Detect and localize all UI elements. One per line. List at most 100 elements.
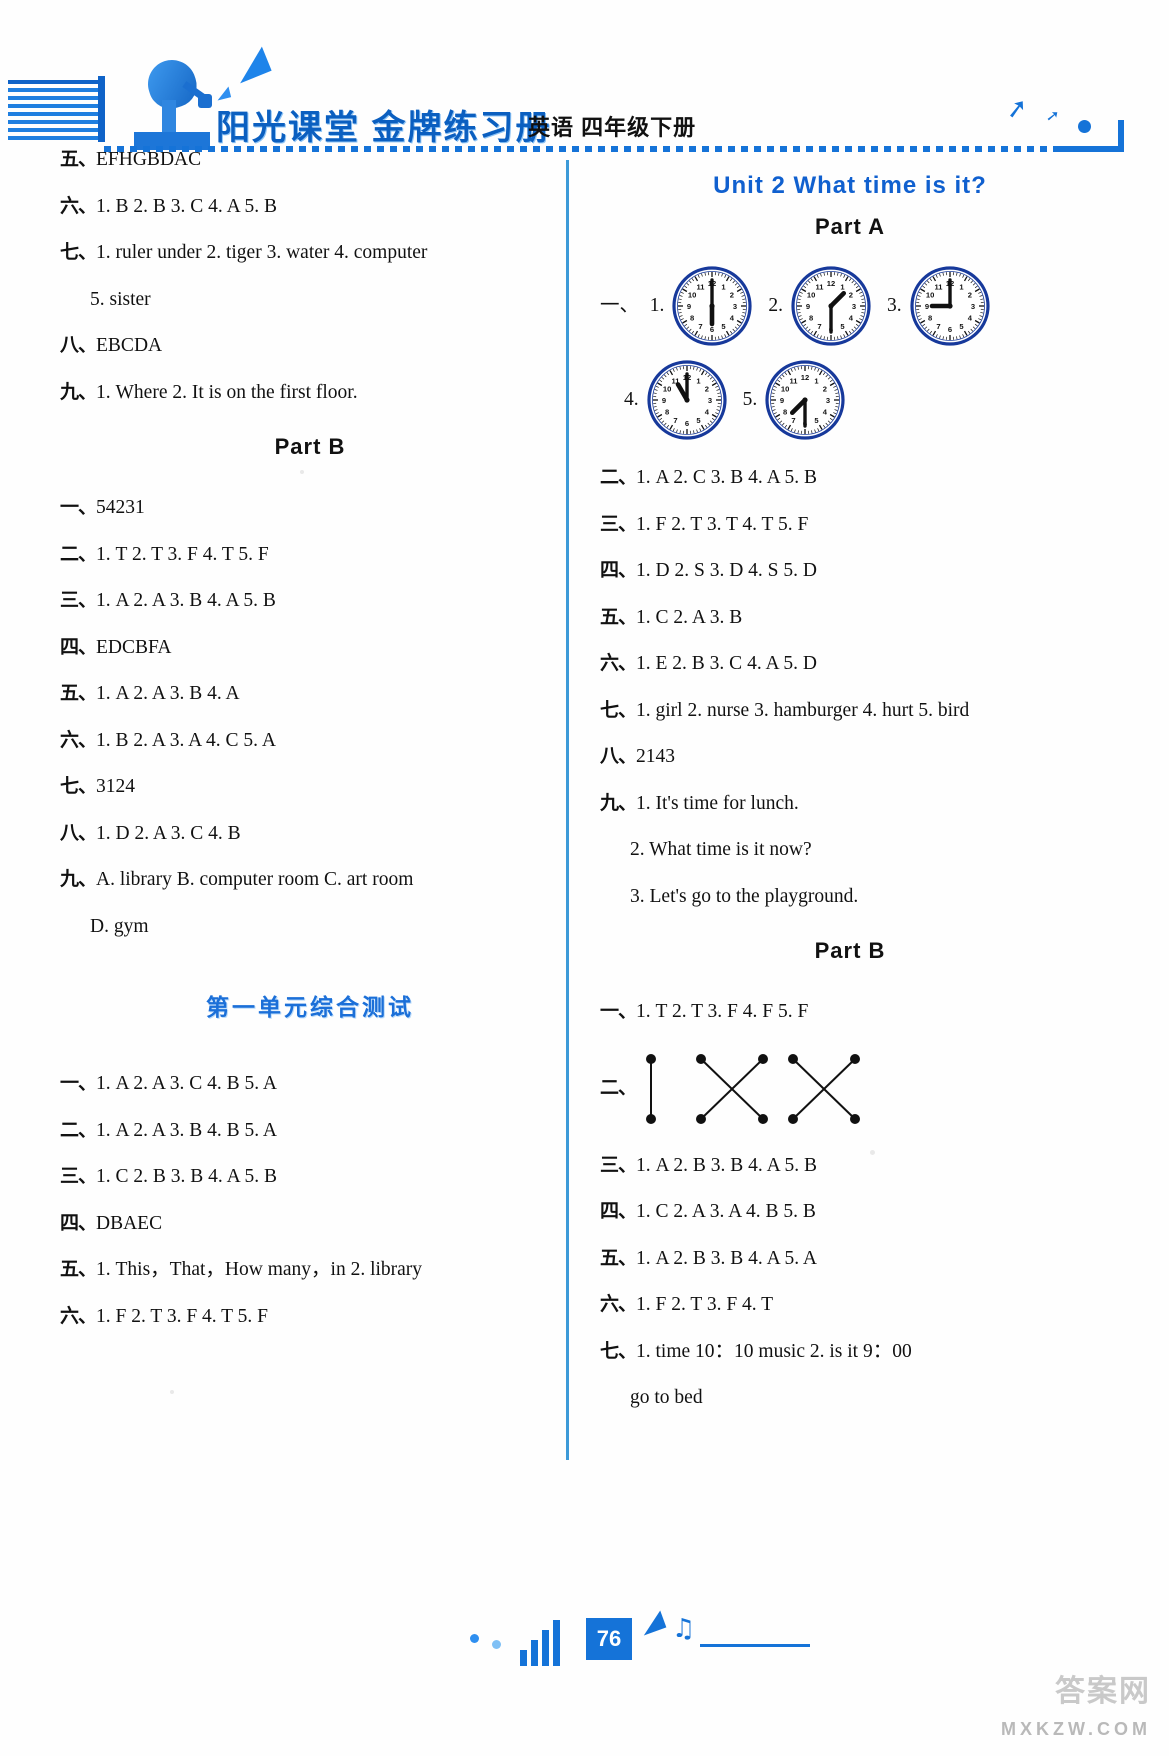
svg-text:2: 2 xyxy=(823,385,827,394)
answer-line: 九、1. It's time for lunch. xyxy=(600,792,1100,814)
svg-text:2: 2 xyxy=(849,291,853,300)
svg-text:8: 8 xyxy=(665,408,669,417)
header-dot xyxy=(1078,120,1091,133)
answer-line-number: 六、 xyxy=(60,195,97,217)
answer-line-text: 1. It's time for lunch. xyxy=(636,792,799,814)
answer-line: 六、1. F 2. T 3. F 4. T 5. F xyxy=(60,1306,560,1327)
answer-line: 二、1. A 2. C 3. B 4. A 5. B xyxy=(600,468,1100,488)
answer-line-text: A. library B. computer room C. art room xyxy=(96,869,414,890)
answer-line-text: 1. A 2. A 3. B 4. A xyxy=(96,683,240,704)
svg-text:8: 8 xyxy=(928,314,932,323)
clock-label: 5. xyxy=(742,389,758,411)
paper-speckle xyxy=(300,470,304,474)
svg-text:3: 3 xyxy=(733,302,737,311)
svg-text:8: 8 xyxy=(783,408,787,417)
answer-line-text: 1. Where 2. It is on the first floor. xyxy=(96,381,358,403)
answer-line-text: go to bed xyxy=(630,1387,703,1408)
answer-line-number: 三、 xyxy=(600,513,637,535)
answer-key-page: 阳光课堂 金牌练习册 英语 四年级下册 ➚ ➚ 五、EFHGBDAC 六、1. B… xyxy=(0,0,1169,1756)
answer-line: 三、1. A 2. B 3. B 4. A 5. B xyxy=(600,1154,1100,1176)
answer-line-text: 1. A 2. C 3. B 4. A 5. B xyxy=(636,467,817,488)
answer-line-number: 六、 xyxy=(60,729,97,751)
svg-text:10: 10 xyxy=(925,291,933,300)
subject-title: 英语 四年级下册 xyxy=(528,115,697,140)
satellite-dish-icon xyxy=(120,53,230,150)
answer-line-number: 二、 xyxy=(600,467,637,488)
svg-text:10: 10 xyxy=(781,385,789,394)
clock-label: 4. xyxy=(624,389,639,411)
svg-text:2: 2 xyxy=(704,385,708,394)
svg-text:10: 10 xyxy=(662,385,670,394)
answer-line-text: EFHGBDAC xyxy=(96,149,202,170)
svg-text:11: 11 xyxy=(816,282,825,291)
svg-text:12: 12 xyxy=(827,279,835,288)
clock-row-2: 4.1234567891011125.123456789101112 xyxy=(624,358,1100,442)
answer-line: 五、1. A 2. B 3. B 4. A 5. A xyxy=(600,1248,1100,1269)
answer-line-text: 3. Let's go to the playground. xyxy=(630,885,859,907)
answer-line-number: 一、 xyxy=(600,1001,637,1022)
unit-test-answers: 一、1. A 2. A 3. C 4. B 5. A 二、1. A 2. A 3.… xyxy=(60,1074,560,1326)
answer-line: 六、1. E 2. B 3. C 4. A 5. D xyxy=(600,654,1100,674)
answer-line-number: 七、 xyxy=(60,776,97,797)
answer-line-text: 54231 xyxy=(96,497,145,518)
right-part-b-heading: Part B xyxy=(814,938,886,963)
answer-line-number: 八、 xyxy=(600,746,637,767)
paper-plane-icon xyxy=(230,46,272,84)
answer-line: 三、1. F 2. T 3. T 4. T 5. F xyxy=(600,513,1100,535)
answer-line-number: 四、 xyxy=(600,1201,637,1222)
svg-text:12: 12 xyxy=(801,373,809,382)
right-part-a-heading: Part A xyxy=(815,214,885,239)
answer-line-text: EDCBFA xyxy=(96,636,172,658)
bird-icon: ➚ xyxy=(1004,92,1030,126)
answer-line: 九、1. Where 2. It is on the first floor. xyxy=(60,381,560,403)
answer-line: 5. sister xyxy=(60,289,560,310)
answer-line: 六、1. B 2. A 3. A 4. C 5. A xyxy=(60,729,560,751)
svg-text:3: 3 xyxy=(971,302,975,311)
answer-line-text: 2143 xyxy=(636,746,676,767)
clock-item: 5.123456789101112 xyxy=(743,358,848,442)
svg-text:7: 7 xyxy=(699,322,703,331)
svg-text:3: 3 xyxy=(708,396,712,405)
answer-line: 九、A. library B. computer room C. art roo… xyxy=(60,870,560,890)
answer-line-number: 四、 xyxy=(60,636,97,658)
answer-line: go to bed xyxy=(600,1388,1100,1408)
answer-line-text: 2. What time is it now? xyxy=(630,839,812,860)
svg-text:7: 7 xyxy=(792,416,796,425)
clock-item: 1.123456789101112 xyxy=(650,264,755,348)
answer-line: 一、54231 xyxy=(60,498,560,518)
svg-text:9: 9 xyxy=(662,396,666,405)
footer-rule xyxy=(700,1644,810,1647)
answer-line: 八、1. D 2. A 3. C 4. B xyxy=(60,822,560,844)
paper-speckle xyxy=(170,1390,174,1394)
answer-line-text: 1. This，That，How many，in 2. library xyxy=(96,1259,423,1280)
answer-line-number: 二、 xyxy=(60,543,97,565)
svg-text:6: 6 xyxy=(710,325,714,334)
svg-text:11: 11 xyxy=(790,376,799,385)
right-part-b-answers: 三、1. A 2. B 3. B 4. A 5. B 四、1. C 2. A 3.… xyxy=(600,1154,1100,1408)
answer-line-text: 1. B 2. B 3. C 4. A 5. B xyxy=(96,195,277,217)
answer-line-number: 八、 xyxy=(60,822,97,844)
answer-line-text: 1. ruler under 2. tiger 3. water 4. comp… xyxy=(96,242,428,263)
clock-face-icon: 123456789101112 xyxy=(645,358,729,442)
answer-line-text: 1. E 2. B 3. C 4. A 5. D xyxy=(636,653,817,674)
svg-text:6: 6 xyxy=(948,325,952,334)
answer-line-text: 1. A 2. B 3. B 4. A 5. B xyxy=(636,1154,817,1176)
svg-text:11: 11 xyxy=(934,282,943,291)
answer-line-text: DBAEC xyxy=(96,1212,163,1234)
answer-line: 八、EBCDA xyxy=(60,336,560,356)
answer-line-number: 五、 xyxy=(60,149,97,170)
svg-text:3: 3 xyxy=(852,302,856,311)
answer-line: 六、1. F 2. T 3. F 4. T xyxy=(600,1295,1100,1315)
clock-row-1: 一、 1.1234567891011122.1234567891011123.1… xyxy=(600,264,1100,348)
answer-line: 六、1. B 2. B 3. C 4. A 5. B xyxy=(60,195,560,217)
answer-line-text: 1. D 2. S 3. D 4. S 5. D xyxy=(636,560,817,581)
answer-line-number: 五、 xyxy=(600,606,637,628)
answer-line-number: 二、 xyxy=(60,1119,97,1141)
watermark: 答案网 xyxy=(1055,1675,1151,1708)
answer-line-text: 1. B 2. A 3. A 4. C 5. A xyxy=(96,729,276,751)
page-number: 76 xyxy=(586,1618,632,1660)
right-part-a-answers: 二、1. A 2. C 3. B 4. A 5. B 三、1. F 2. T 3.… xyxy=(600,468,1100,906)
svg-text:10: 10 xyxy=(807,291,815,300)
answer-line-number: 四、 xyxy=(600,560,637,581)
watermark-sub: MXKZW.COM xyxy=(1001,1719,1151,1739)
